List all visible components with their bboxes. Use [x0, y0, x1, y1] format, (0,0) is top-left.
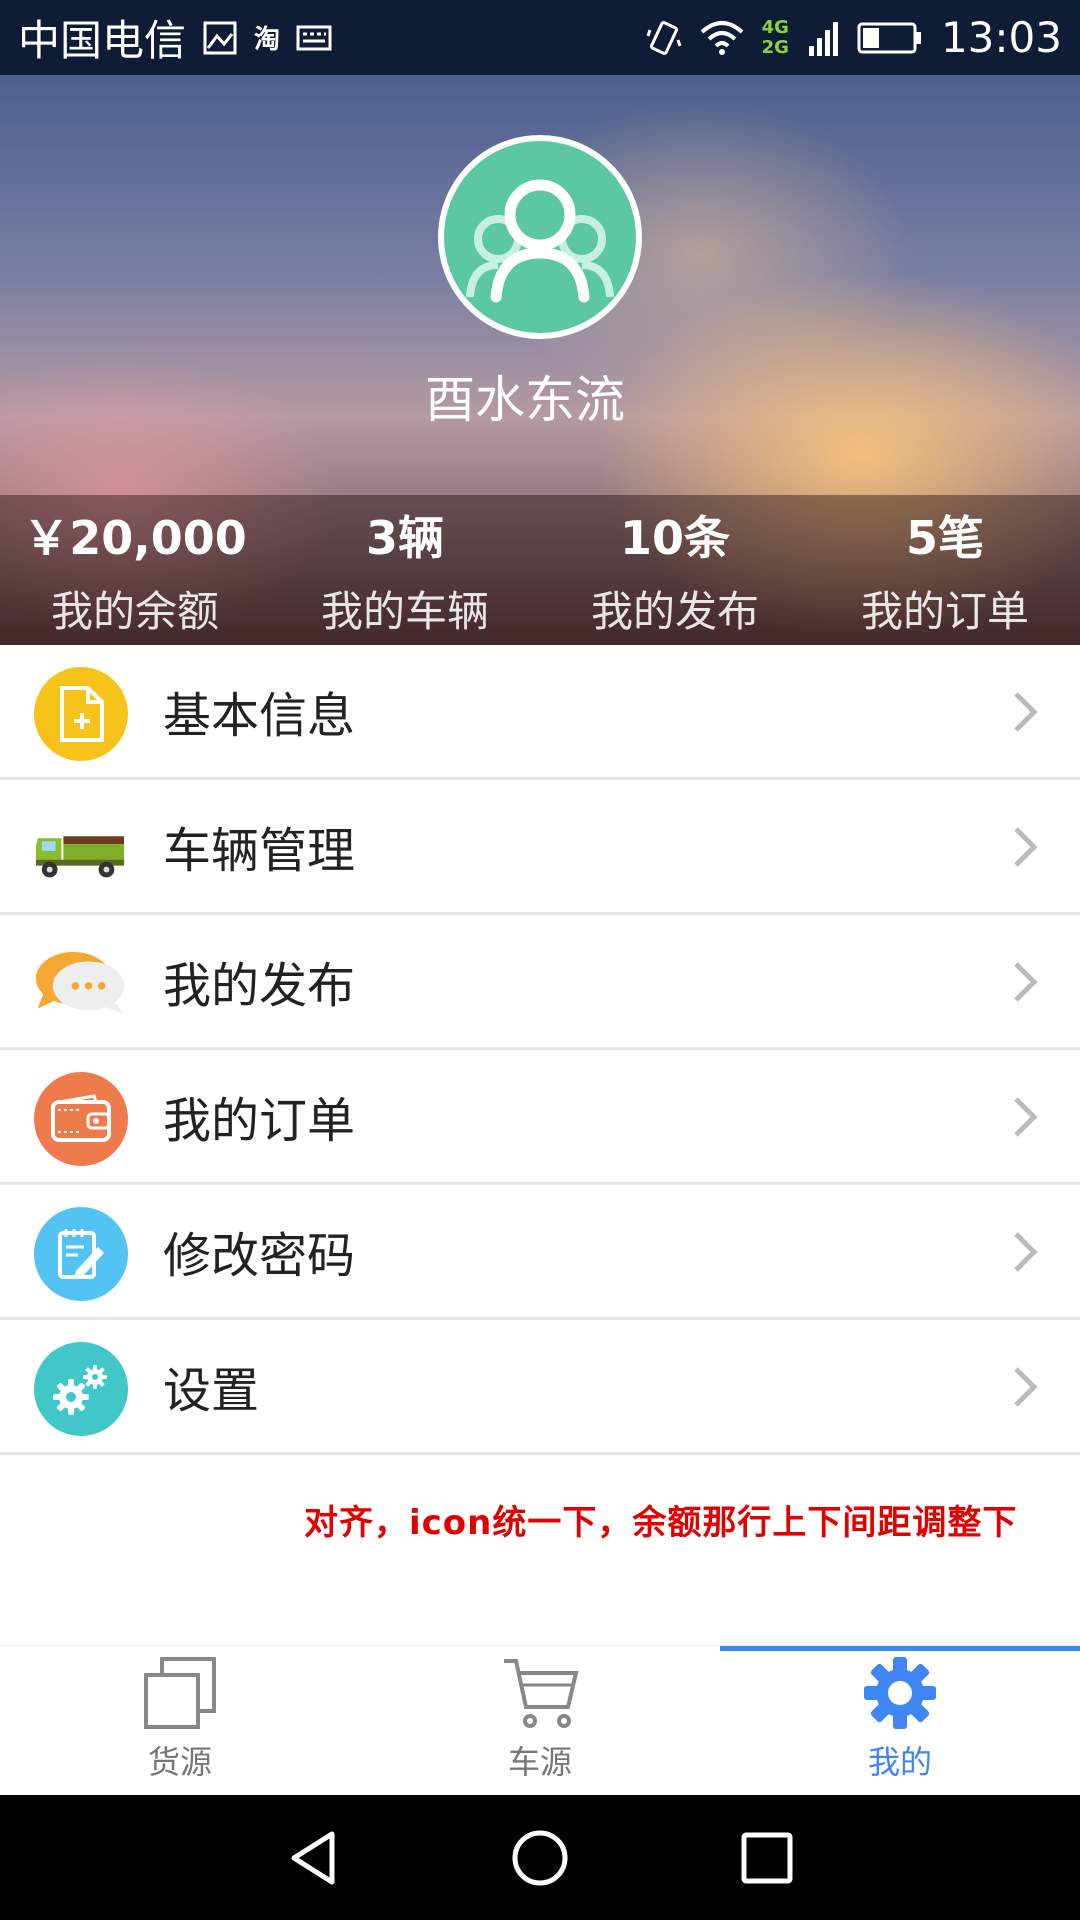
edit-note-icon — [34, 1207, 128, 1301]
stat-value: 10条 — [619, 510, 730, 565]
taobao-icon: 淘 — [254, 25, 281, 55]
battery-icon — [857, 21, 923, 55]
user-avatar-icon — [466, 179, 614, 303]
menu-item-my-posts[interactable]: 我的发布 — [0, 915, 1080, 1050]
stat-value: 3辆 — [365, 510, 444, 565]
menu-item-settings[interactable]: 设置 — [0, 1320, 1080, 1455]
menu-item-label: 基本信息 — [163, 688, 356, 744]
stat-label: 我的车辆 — [320, 586, 489, 636]
menu-item-label: 我的发布 — [163, 958, 356, 1014]
truck-icon — [34, 802, 128, 896]
stat-orders[interactable]: 5笔 我的订单 — [810, 495, 1080, 645]
menu-item-vehicle-management[interactable]: 车辆管理 — [0, 780, 1080, 915]
status-bar: 中国电信 淘 4G 2G 13:03 — [0, 0, 1080, 75]
stat-label: 我的发布 — [590, 586, 759, 636]
stats-row: ￥20,000 我的余额 3辆 我的车辆 10条 我的发布 5笔 我的订单 — [0, 495, 1080, 645]
chevron-right-icon — [1014, 1097, 1038, 1137]
menu-item-change-password[interactable]: 修改密码 — [0, 1185, 1080, 1320]
clock: 13:03 — [940, 13, 1062, 62]
home-icon[interactable] — [510, 1828, 570, 1888]
chevron-right-icon — [1014, 827, 1038, 867]
tab-cargo[interactable]: 货源 — [0, 1646, 360, 1795]
chevron-right-icon — [1014, 692, 1038, 732]
stat-balance[interactable]: ￥20,000 我的余额 — [0, 495, 270, 645]
menu-item-label: 我的订单 — [163, 1093, 356, 1149]
chevron-right-icon — [1014, 962, 1038, 1002]
menu-item-label: 修改密码 — [163, 1228, 356, 1284]
menu-item-label: 车辆管理 — [163, 823, 356, 879]
chat-bubble-icon — [34, 937, 128, 1031]
carrier-name: 中国电信 — [18, 16, 187, 65]
system-nav-bar — [0, 1795, 1080, 1920]
menu-list: 基本信息 车辆管理 我的发布 我的订单 修改密码 设置 — [0, 645, 1080, 1455]
tab-label: 货源 — [147, 1743, 212, 1781]
keyboard-icon — [296, 25, 332, 51]
menu-item-my-orders[interactable]: 我的订单 — [0, 1050, 1080, 1185]
recents-icon[interactable] — [740, 1831, 794, 1885]
tab-label: 车源 — [507, 1743, 572, 1781]
wifi-icon — [700, 20, 744, 56]
stat-vehicles[interactable]: 3辆 我的车辆 — [270, 495, 540, 645]
chevron-right-icon — [1014, 1232, 1038, 1272]
cart-icon — [504, 1659, 579, 1728]
stat-value: ￥20,000 — [23, 510, 247, 565]
network-type: 4G 2G — [761, 16, 789, 58]
stacked-squares-icon — [144, 1657, 216, 1729]
gear-icon — [864, 1657, 936, 1729]
profile-header: 酉水东流 ￥20,000 我的余额 3辆 我的车辆 10条 我的发布 5笔 我的… — [0, 75, 1080, 645]
vibrate-icon — [646, 18, 682, 58]
stat-label: 我的余额 — [50, 586, 219, 636]
wallet-icon — [34, 1072, 128, 1166]
menu-item-basic-info[interactable]: 基本信息 — [0, 645, 1080, 780]
stat-value: 5笔 — [905, 510, 984, 565]
username: 酉水东流 — [425, 371, 625, 429]
gallery-icon — [202, 20, 238, 56]
review-note: 对齐，icon统一下，余额那行上下间距调整下 — [304, 1503, 1018, 1543]
bottom-tab-bar: 货源 车源 我的 — [0, 1645, 1080, 1795]
tab-label: 我的 — [867, 1743, 932, 1781]
tab-vehicles[interactable]: 车源 — [360, 1646, 720, 1795]
gears-icon — [34, 1342, 128, 1436]
chevron-right-icon — [1014, 1367, 1038, 1407]
document-add-icon — [34, 667, 128, 761]
menu-item-label: 设置 — [163, 1363, 260, 1419]
signal-icon — [807, 18, 839, 58]
avatar[interactable] — [438, 135, 642, 339]
active-tab-indicator — [720, 1646, 1080, 1651]
tab-mine[interactable]: 我的 — [720, 1646, 1080, 1795]
stat-label: 我的订单 — [860, 586, 1029, 636]
back-icon[interactable] — [286, 1828, 340, 1888]
stat-posts[interactable]: 10条 我的发布 — [540, 495, 810, 645]
